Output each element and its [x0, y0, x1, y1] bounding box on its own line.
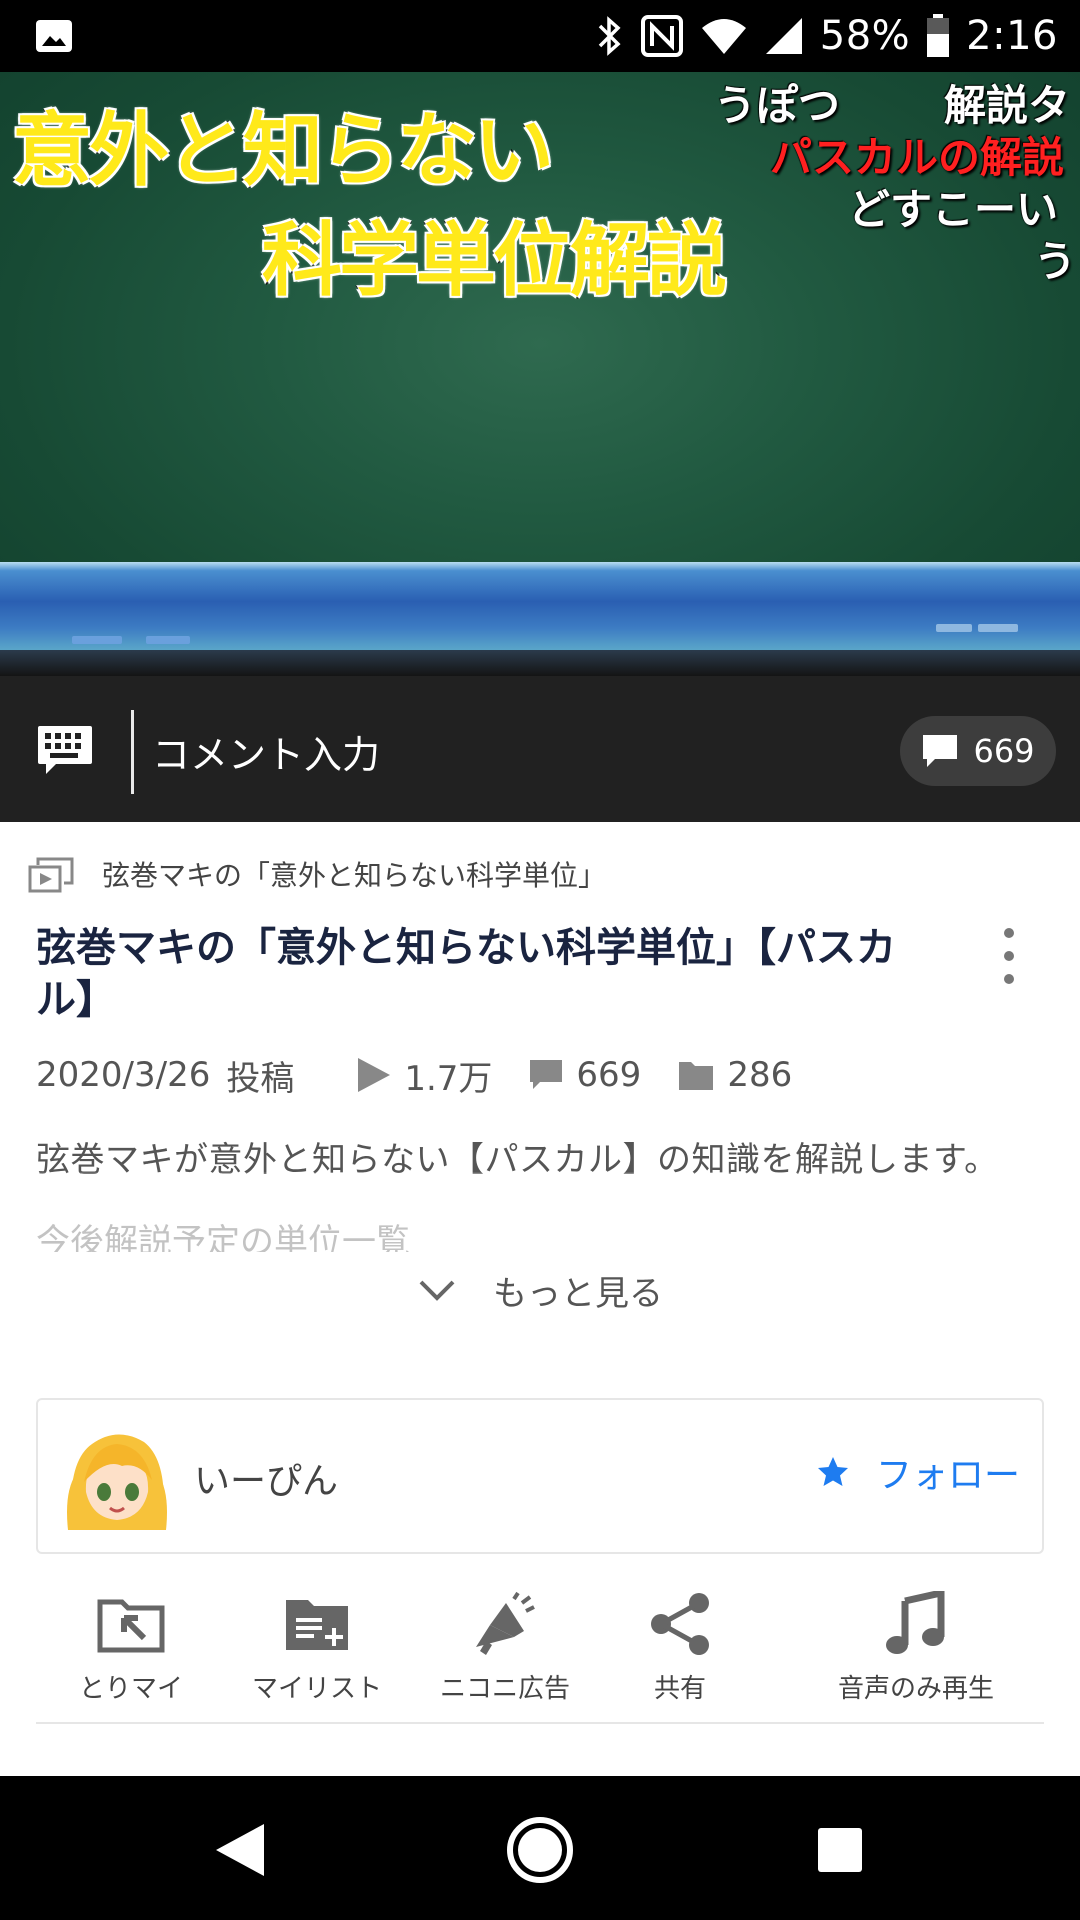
share-button[interactable]: 共有	[620, 1584, 740, 1705]
gallery-icon	[34, 16, 74, 56]
show-more-label: もっと見る	[493, 1273, 663, 1314]
comment-icon	[528, 1058, 564, 1092]
uploader-name[interactable]: いーぴん	[194, 1452, 338, 1504]
follow-button[interactable]: フォロー	[816, 1446, 1020, 1498]
megaphone-icon	[465, 1584, 545, 1664]
follow-label: フォロー	[875, 1455, 1020, 1496]
uploader-card[interactable]: いーぴん フォロー	[36, 1398, 1044, 1554]
bluetooth-icon	[596, 14, 624, 58]
back-icon[interactable]	[200, 1810, 280, 1890]
folder-pin-icon	[91, 1584, 171, 1664]
video-meta: 2020/3/26 投稿 1.7万 669 286	[36, 1050, 792, 1100]
comment-count: 669	[576, 1055, 642, 1095]
wifi-icon	[700, 16, 748, 56]
overlay-comment: う	[1034, 237, 1077, 286]
mylist-count: 286	[727, 1055, 793, 1095]
series-link[interactable]: 弦巻マキの「意外と知らない科学単位」	[28, 852, 606, 896]
video-description: 弦巻マキが意外と知らない【パスカル】の知識を解説します。 今後解説予定の単位一覧	[36, 1132, 1044, 1252]
share-icon	[640, 1584, 720, 1664]
comment-icon	[921, 733, 959, 769]
music-note-icon	[876, 1584, 956, 1664]
divider	[131, 710, 134, 794]
play-count-icon	[354, 1056, 392, 1094]
recent-apps-icon[interactable]	[800, 1810, 880, 1890]
nicoad-button[interactable]: ニコニ広告	[430, 1584, 580, 1705]
comment-count-value: 669	[973, 732, 1035, 770]
signal-icon	[764, 16, 804, 56]
video-bottom-shade	[0, 650, 1080, 676]
clock: 2:16	[966, 13, 1058, 59]
series-icon	[28, 855, 74, 893]
description-line: 今後解説予定の単位一覧	[36, 1222, 410, 1252]
battery-icon	[926, 14, 950, 58]
system-nav-bar	[0, 1776, 1080, 1920]
ledge-chalk	[146, 636, 190, 644]
overlay-comment: どすこーい	[848, 185, 1059, 234]
series-name: 弦巻マキの「意外と知らない科学単位」	[102, 859, 607, 892]
mylist-add-icon	[277, 1584, 357, 1664]
star-icon	[816, 1455, 850, 1489]
action-label: とりマイ	[78, 1674, 183, 1704]
chevron-down-icon	[417, 1276, 457, 1304]
video-caption-line1: 意外と知らない	[11, 103, 556, 199]
comment-count-button[interactable]: 669	[900, 716, 1056, 786]
action-label: 音声のみ再生	[837, 1674, 994, 1704]
audio-only-button[interactable]: 音声のみ再生	[816, 1584, 1016, 1705]
action-label: マイリスト	[251, 1674, 382, 1704]
nfc-icon	[640, 14, 684, 58]
home-icon[interactable]	[500, 1810, 580, 1890]
comment-input[interactable]: コメント入力	[152, 724, 380, 779]
view-count: 1.7万	[404, 1058, 493, 1099]
video-caption-line2: 科学単位解説	[261, 213, 729, 309]
action-label: ニコニ広告	[439, 1674, 570, 1704]
action-label: 共有	[653, 1674, 706, 1704]
comment-bar: コメント入力 669	[0, 676, 1080, 822]
ledge-chalk	[936, 624, 972, 632]
more-options-icon[interactable]	[994, 928, 1024, 984]
keyboard-icon[interactable]	[36, 724, 94, 776]
video-title: 弦巻マキの「意外と知らない科学単位」【パスカル】	[36, 925, 896, 1023]
torimai-button[interactable]: とりマイ	[56, 1584, 206, 1705]
action-row: とりマイ マイリスト ニコニ広告 共有 音声のみ再生	[36, 1574, 1044, 1724]
battery-percent: 58%	[819, 13, 911, 59]
ledge-chalk	[72, 636, 122, 644]
posted-label: 投稿	[226, 1058, 295, 1099]
avatar[interactable]	[62, 1422, 172, 1532]
post-date: 2020/3/26	[36, 1055, 211, 1095]
video-player[interactable]: 意外と知らない 科学単位解説 うぽつ 解説タ パスカルの解説 どすこーい う	[0, 72, 1080, 676]
mylist-button[interactable]: マイリスト	[242, 1584, 392, 1705]
show-more-button[interactable]: もっと見る	[0, 1262, 1080, 1318]
mylist-folder-icon	[677, 1058, 715, 1092]
ledge-chalk	[978, 624, 1018, 632]
status-bar: 58% 2:16	[0, 0, 1080, 72]
